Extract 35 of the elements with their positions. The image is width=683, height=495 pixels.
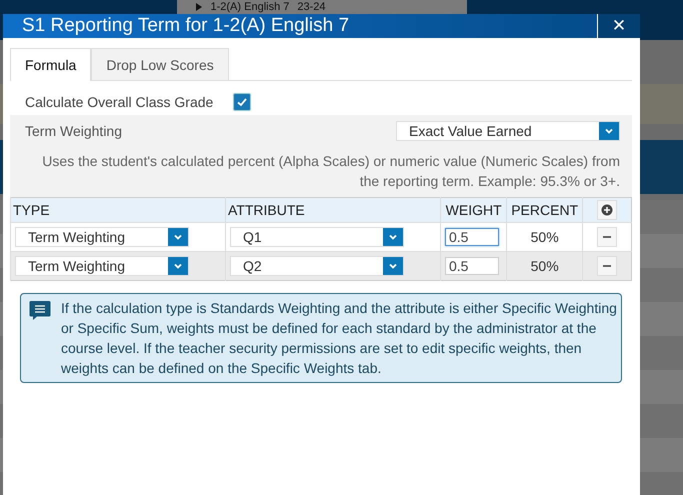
type-dropdown[interactable]: Term Weighting	[15, 256, 189, 276]
attribute-dropdown[interactable]: Q1	[230, 227, 404, 247]
description-text: Uses the student's calculated percent (Alpha Scales) or numeric value (Numeric Scales) from the reporting term. Example: 95.3% or 3+.	[41, 152, 620, 191]
column-header: PERCENT	[506, 198, 582, 222]
dialog-title: S1 Reporting Term for 1-2(A) English 7	[21, 15, 350, 37]
plus-icon	[601, 204, 613, 216]
remove-button[interactable]	[597, 256, 617, 276]
caret-icon	[168, 257, 188, 275]
play-icon	[194, 3, 202, 11]
add-button[interactable]	[597, 200, 617, 220]
column-header: TYPE	[10, 198, 226, 222]
type-dropdown[interactable]: Term Weighting	[15, 227, 189, 247]
weight-field[interactable]: 0.5	[445, 257, 499, 275]
attribute-dropdown[interactable]: Q2	[230, 256, 404, 276]
column-header: WEIGHT	[440, 198, 507, 222]
column-header: ATTRIBUTE	[226, 198, 440, 222]
weight-field[interactable]: 0.5	[445, 228, 499, 246]
caret-icon	[599, 122, 619, 140]
course-name: 1-2(A) English 7	[210, 1, 290, 13]
close-button[interactable]: ✕	[597, 14, 640, 38]
tab[interactable]: Formula	[10, 48, 92, 81]
dropdown[interactable]: Exact Value Earned	[396, 121, 620, 141]
check-icon	[236, 96, 248, 108]
info-text: If the calculation type is Standards Weighting and the attribute is either Specific Weighting or Specific Sum, weights must be defined for each standard by the administrator at the course level. If the teacher security permissions are set to edit specific weights, then weights can be defined on the Specific Weights tab.	[61, 299, 617, 378]
remove-button[interactable]	[597, 227, 617, 247]
table-cell: 50%	[506, 252, 582, 280]
checkbox-label: Calculate Overall Class Grade	[25, 94, 214, 110]
checkbox[interactable]	[233, 93, 252, 111]
term-label: 23-24	[297, 1, 326, 13]
field-label: Term Weighting	[25, 123, 122, 139]
caret-icon	[383, 228, 403, 246]
caret-icon	[383, 257, 403, 275]
message-icon	[29, 300, 51, 322]
tab[interactable]: Drop Low Scores	[91, 48, 229, 80]
caret-icon	[168, 228, 188, 246]
